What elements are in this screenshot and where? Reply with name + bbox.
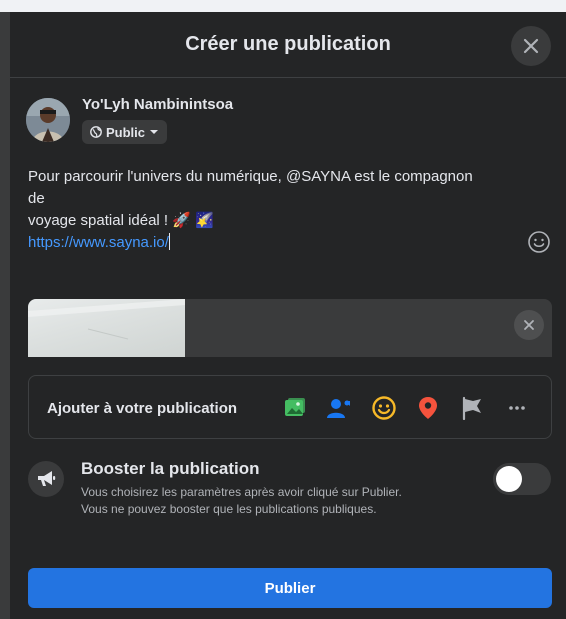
feeling-activity-icon: [372, 396, 396, 420]
close-button[interactable]: [511, 26, 551, 66]
remove-preview-button[interactable]: [514, 310, 544, 340]
publish-button[interactable]: Publier: [28, 568, 552, 608]
tag-people-icon: [327, 399, 350, 418]
post-text-editor[interactable]: Pour parcourir l'univers du numérique, @…: [28, 166, 538, 254]
dialog-title: Créer une publication: [185, 33, 391, 55]
boost-toggle[interactable]: [493, 463, 551, 495]
more-icon: [509, 406, 525, 410]
photo-video-icon: [285, 398, 305, 416]
add-to-post-bar: Ajouter à votre publication: [28, 375, 552, 439]
avatar-image: [26, 98, 70, 142]
post-text-line: voyage spatial idéal ! 🚀 🌠: [28, 212, 214, 229]
tag-people-button[interactable]: [326, 395, 352, 421]
audience-selector[interactable]: Public: [82, 120, 168, 144]
life-event-flag-icon: [462, 396, 481, 420]
add-photo-video-button[interactable]: [282, 395, 308, 421]
avatar[interactable]: [26, 98, 70, 142]
close-icon: [523, 38, 539, 54]
post-link[interactable]: https://www.sayna.io/: [28, 234, 169, 251]
boost-post-section: Booster la publication Vous choisirez le…: [28, 457, 552, 527]
create-post-dialog: Créer une publication Yo'Lyh Nambinintso…: [10, 12, 566, 619]
text-cursor: [168, 233, 170, 250]
post-text-line: Pour parcourir l'univers du numérique, @…: [28, 168, 473, 185]
globe-icon: [90, 126, 102, 138]
close-icon: [524, 320, 534, 330]
toggle-knob: [496, 466, 522, 492]
boost-title: Booster la publication: [81, 459, 260, 478]
link-preview[interactable]: [28, 299, 552, 357]
link-preview-image: [28, 299, 185, 357]
boost-icon-circle: [28, 461, 64, 497]
add-to-post-label: Ajouter à votre publication: [47, 400, 238, 417]
audience-label: Public: [106, 124, 146, 140]
feeling-activity-button[interactable]: [371, 395, 397, 421]
check-in-icon: [419, 397, 437, 419]
dialog-header: Créer une publication: [10, 12, 566, 78]
background-page-edge: [0, 12, 10, 619]
author-name[interactable]: Yo'Lyh Nambinintsoa: [82, 96, 233, 113]
boost-description: Vous choisirez les paramètres après avoi…: [81, 484, 481, 518]
boost-description-line: Vous choisirez les paramètres après avoi…: [81, 485, 402, 499]
more-options-button[interactable]: [504, 395, 530, 421]
check-in-button[interactable]: [415, 395, 441, 421]
life-event-button[interactable]: [459, 395, 485, 421]
boost-description-line: Vous ne pouvez booster que les publicati…: [81, 502, 377, 516]
emoji-picker-button[interactable]: [527, 230, 551, 254]
caret-down-icon: [150, 130, 159, 134]
megaphone-icon: [38, 471, 56, 486]
post-text-line: de: [28, 190, 45, 207]
smiley-outline-icon: [528, 231, 550, 253]
